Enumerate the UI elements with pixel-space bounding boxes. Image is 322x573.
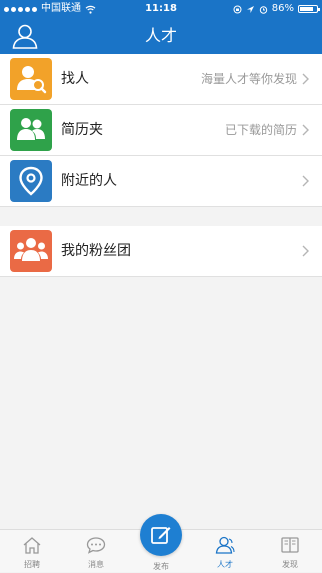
tab-label: 发现 [282, 560, 298, 569]
menu-list-bottom: 我的粉丝团 [0, 226, 322, 277]
menu-item-label: 找人 [61, 71, 89, 87]
home-icon [23, 537, 41, 554]
tab-messages[interactable]: 消息 [64, 530, 128, 573]
tab-talent[interactable]: 人才 [193, 530, 257, 573]
menu-item-resume-folder[interactable]: 简历夹 已下载的简历 [0, 105, 322, 156]
publish-button[interactable] [140, 514, 182, 556]
chevron-right-icon [302, 73, 309, 85]
battery-icon [298, 5, 320, 13]
nav-bar: 人才 [0, 18, 322, 54]
location-arrow-icon [246, 5, 254, 13]
menu-item-label: 简历夹 [61, 122, 103, 138]
status-right: 86% [233, 0, 320, 18]
publish-label: 发布 [153, 562, 169, 571]
tab-label: 招聘 [24, 560, 40, 569]
people-icon [10, 109, 52, 151]
tab-discover[interactable]: 发现 [258, 530, 322, 573]
location-pin-icon [10, 160, 52, 202]
chevron-right-icon [302, 245, 309, 257]
menu-item-find-people[interactable]: 找人 海量人才等你发现 [0, 54, 322, 105]
alarm-icon [259, 5, 267, 14]
menu-item-desc: 已下载的简历 [224, 123, 297, 137]
tab-label: 消息 [88, 560, 104, 569]
tab-recruit[interactable]: 招聘 [0, 530, 64, 573]
chevron-right-icon [302, 124, 309, 136]
page-title: 人才 [144, 26, 177, 45]
status-bar: 中国联通 11:18 86% [0, 0, 322, 18]
menu-item-label: 附近的人 [61, 173, 117, 189]
edit-icon [151, 527, 171, 544]
group-icon [10, 230, 52, 272]
menu-item-desc: 海量人才等你发现 [200, 72, 297, 86]
battery-fill [300, 7, 313, 11]
book-icon [281, 537, 299, 553]
menu-list-top: 找人 海量人才等你发现 简历夹 已下载的简历 附近的人 [0, 54, 322, 207]
rotation-lock-icon [233, 5, 242, 13]
menu-item-label: 我的粉丝团 [61, 243, 131, 259]
menu-item-fan-club[interactable]: 我的粉丝团 [0, 226, 322, 277]
header: 中国联通 11:18 86% 人才 [0, 0, 322, 54]
search-person-icon [10, 58, 52, 100]
person-icon [215, 536, 235, 554]
chevron-right-icon [302, 175, 309, 187]
battery-percent: 86% [271, 3, 294, 14]
chat-bubble-icon [86, 537, 106, 554]
tab-label: 人才 [217, 560, 233, 569]
menu-item-nearby-people[interactable]: 附近的人 [0, 156, 322, 207]
